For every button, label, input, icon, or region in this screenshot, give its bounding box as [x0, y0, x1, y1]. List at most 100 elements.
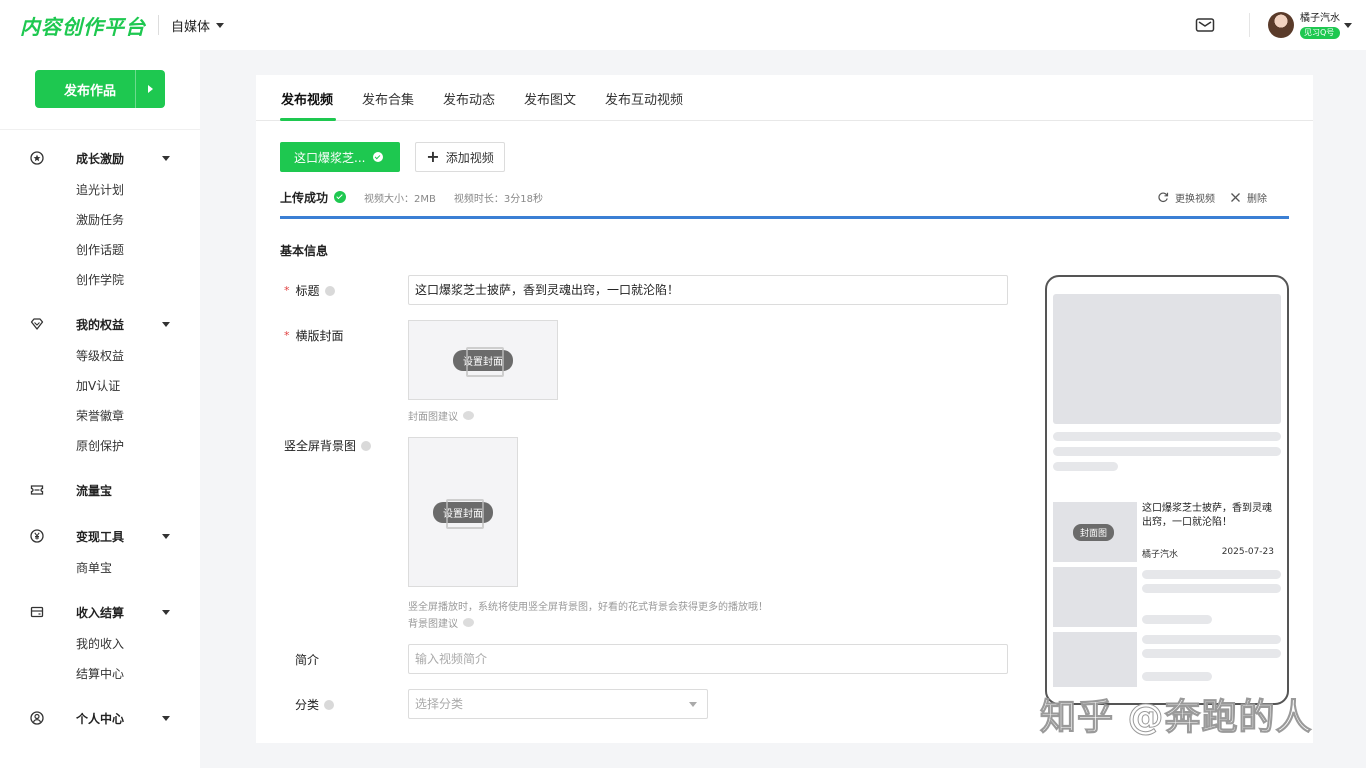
media-type-label: 自媒体: [171, 19, 211, 35]
ticket-icon: [30, 485, 44, 495]
nav-head-traffic[interactable]: 流量宝: [0, 480, 200, 500]
required-mark: *: [284, 329, 290, 342]
set-bg-button[interactable]: 设置封面: [433, 499, 493, 529]
video-size: 视频大小：2MB: [364, 193, 436, 205]
skeleton-line: [1053, 447, 1281, 456]
publish-work-label: 发布作品: [63, 83, 116, 99]
wallet-icon: [30, 606, 44, 618]
uploaded-video-chip[interactable]: 这口爆浆芝...: [280, 142, 400, 172]
help-icon[interactable]: [324, 285, 335, 296]
set-cover-button[interactable]: 设置封面: [453, 347, 513, 377]
preview-cover-thumb: 封面图: [1053, 502, 1137, 562]
media-type-switch[interactable]: 自媒体: [171, 16, 225, 35]
sidebar-item-topics[interactable]: 创作话题: [76, 235, 200, 265]
replace-video-button[interactable]: 更换视频: [1157, 190, 1215, 205]
vertical-bg-note: 竖全屏播放时，系统将使用竖全屏背景图，好看的花式背景会获得更多的播放哦！: [408, 602, 768, 613]
avatar[interactable]: [1268, 12, 1294, 38]
intro-input[interactable]: 输入视频简介: [408, 644, 1008, 674]
skeleton-line: [1142, 584, 1281, 593]
category-label: 分类: [295, 696, 335, 713]
refresh-icon: [1158, 192, 1169, 203]
video-duration: 视频时长：3分18秒: [453, 193, 543, 205]
chevron-down-icon: [162, 715, 170, 721]
landscape-cover-label: * 横版封面: [284, 329, 344, 343]
star-badge-icon: [30, 151, 44, 165]
nav-head-monetize[interactable]: 变现工具: [0, 526, 200, 546]
vertical-bg-upload[interactable]: 设置封面: [408, 437, 518, 587]
skeleton-line: [1142, 570, 1281, 579]
comment-bubble-icon[interactable]: [463, 618, 474, 627]
top-header: 内容创作平台 自媒体 橘子汽水 见习Q号: [0, 0, 1366, 50]
basic-info-title: 基本信息: [280, 244, 329, 258]
publish-dropdown-toggle[interactable]: [135, 70, 165, 108]
header-right: 橘子汽水 见习Q号: [1195, 0, 1352, 50]
chevron-down-icon: [162, 609, 170, 615]
chevron-down-icon: [216, 22, 225, 28]
phone-preview: 封面图 这口爆浆芝士披萨，香到灵魂出窍，一口就沦陷！ 橘子汽水 2025-07-…: [1045, 275, 1289, 705]
chevron-down-icon: [162, 321, 170, 327]
upload-status: 上传成功: [280, 190, 329, 205]
skeleton-line: [1142, 635, 1281, 644]
publish-work-button[interactable]: 发布作品: [35, 70, 165, 108]
chevron-down-icon: [689, 702, 697, 707]
skeleton-line: [1142, 649, 1281, 658]
sidebar-item-v-cert[interactable]: 加V认证: [76, 371, 200, 401]
nav-group-income: 收入结算 我的收入 结算中心: [0, 602, 200, 689]
tab-publish-video[interactable]: 发布视频: [281, 89, 333, 108]
check-circle-icon: [334, 191, 347, 203]
nav-head-rights[interactable]: 我的权益: [0, 314, 200, 334]
intro-label: 简介: [295, 653, 320, 667]
publish-card: 发布视频 发布合集 发布动态 发布图文 发布互动视频 这口爆浆芝... + 添加…: [256, 75, 1313, 743]
chevron-right-icon: [148, 85, 153, 93]
category-select[interactable]: 选择分类: [408, 689, 708, 719]
tab-publish-article[interactable]: 发布图文: [524, 89, 576, 108]
skeleton-line: [1053, 432, 1281, 441]
nav-head-income[interactable]: 收入结算: [0, 602, 200, 622]
user-name: 橘子汽水: [1300, 12, 1340, 24]
sidebar-item-zhuiguang[interactable]: 追光计划: [76, 175, 200, 205]
bg-hint: 背景图建议: [408, 615, 474, 630]
comment-bubble-icon[interactable]: [463, 411, 474, 420]
delete-video-button[interactable]: 删除: [1230, 190, 1267, 205]
chevron-down-icon: [162, 155, 170, 161]
mail-icon[interactable]: [1195, 15, 1215, 35]
sidebar-item-settlement[interactable]: 结算中心: [76, 659, 200, 689]
title-input[interactable]: 这口爆浆芝士披萨，香到灵魂出窍，一口就沦陷！: [408, 275, 1008, 305]
preview-player-placeholder: [1053, 294, 1281, 424]
nav-head-growth[interactable]: 成长激励: [0, 148, 200, 168]
preview-title: 这口爆浆芝士披萨，香到灵魂出窍，一口就沦陷！: [1142, 503, 1272, 528]
help-icon[interactable]: [361, 440, 372, 451]
sidebar: 发布作品 成长激励 追光计划 激励任务 创作话题 创作学院 我的权益 等级权益 …: [0, 50, 200, 768]
tab-publish-moment[interactable]: 发布动态: [443, 89, 495, 108]
plus-icon: +: [426, 147, 440, 166]
skeleton-line: [1142, 672, 1212, 681]
sidebar-item-honor-badge[interactable]: 荣誉徽章: [76, 401, 200, 431]
add-video-button[interactable]: + 添加视频: [415, 142, 505, 172]
sidebar-item-original-protect[interactable]: 原创保护: [76, 431, 200, 461]
sidebar-item-incentive-task[interactable]: 激励任务: [76, 205, 200, 235]
upload-progress-fill: [280, 216, 1289, 219]
landscape-cover-upload[interactable]: 设置封面: [408, 320, 558, 400]
sidebar-item-level-rights[interactable]: 等级权益: [76, 341, 200, 371]
active-tab-indicator: [280, 118, 336, 121]
upload-status-row: 上传成功 视频大小：2MB 视频时长：3分18秒 更换视频 删除: [280, 187, 1289, 207]
add-video-label: 添加视频: [445, 150, 494, 165]
sidebar-item-academy[interactable]: 创作学院: [76, 265, 200, 295]
preview-thumb-placeholder: [1053, 567, 1137, 627]
chevron-down-icon[interactable]: [1344, 22, 1352, 28]
vertical-bg-label: 竖全屏背景图: [284, 437, 372, 454]
nav-head-profile[interactable]: 个人中心: [0, 708, 200, 728]
tab-publish-collection[interactable]: 发布合集: [362, 89, 414, 108]
nav-group-profile: 个人中心: [0, 708, 200, 728]
nav-group-monetize: 变现工具 商单宝: [0, 526, 200, 583]
user-info[interactable]: 橘子汽水 见习Q号: [1300, 12, 1340, 39]
publish-tabs: 发布视频 发布合集 发布动态 发布图文 发布互动视频: [256, 75, 1313, 121]
zhihu-watermark: 知乎 @奔跑的人: [1040, 697, 1313, 739]
user-icon: [30, 711, 44, 725]
sidebar-item-my-income[interactable]: 我的收入: [76, 629, 200, 659]
platform-logo[interactable]: 内容创作平台: [20, 11, 146, 40]
tab-publish-interactive-video[interactable]: 发布互动视频: [605, 89, 683, 108]
yen-icon: [30, 529, 44, 543]
help-icon[interactable]: [324, 699, 335, 710]
sidebar-item-shangdanbao[interactable]: 商单宝: [76, 553, 200, 583]
